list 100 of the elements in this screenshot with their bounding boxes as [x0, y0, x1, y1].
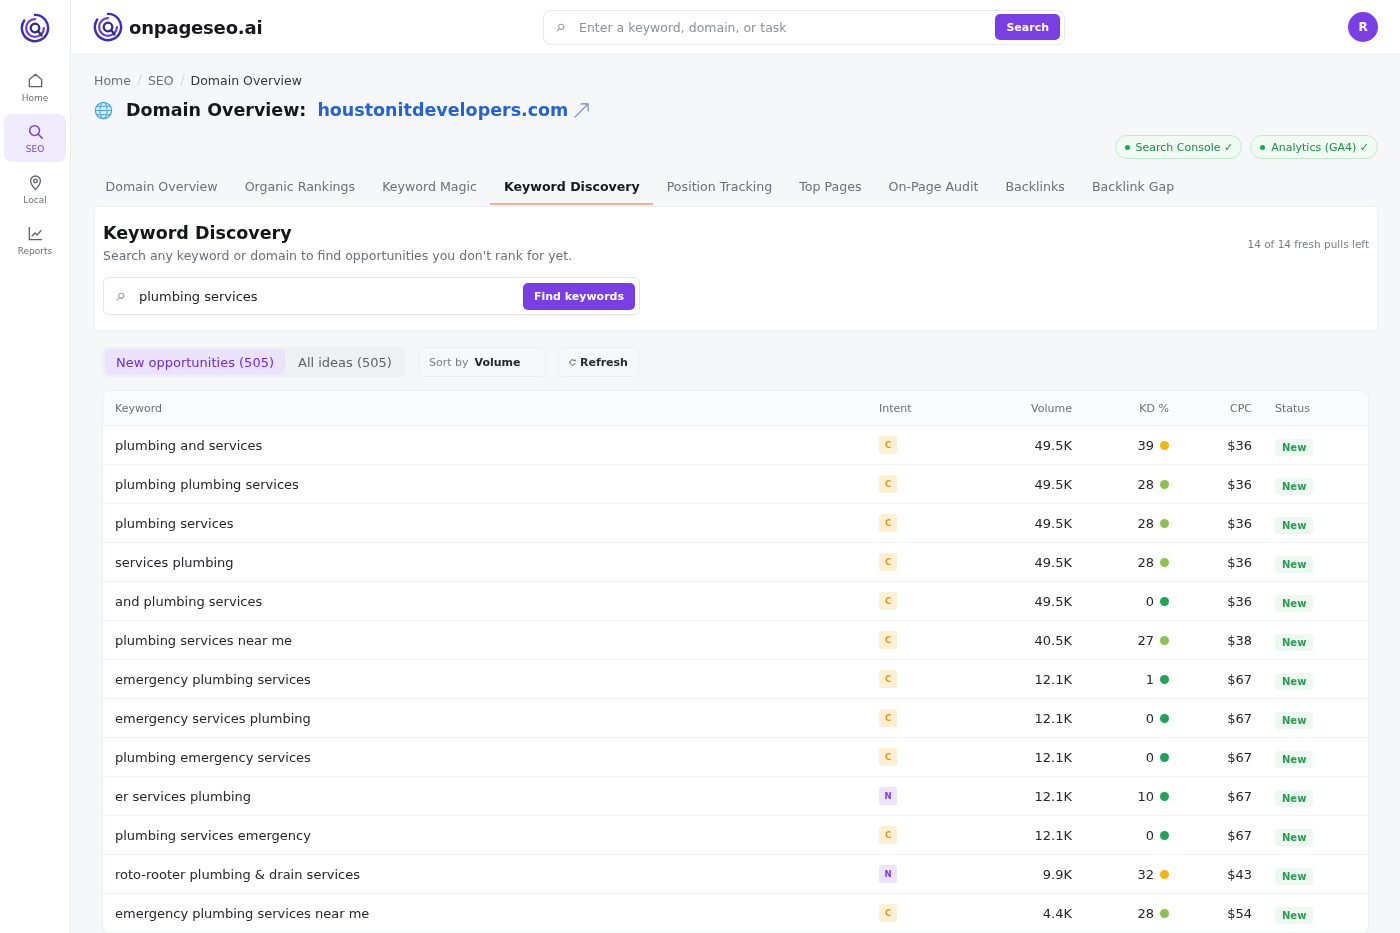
status-tag: New [1275, 711, 1314, 729]
cpc-value: $67 [1227, 671, 1252, 687]
search-icon [26, 122, 44, 140]
cpc-value: $67 [1227, 788, 1252, 804]
status-tag: New [1275, 672, 1314, 690]
intent-tag: N [879, 865, 897, 883]
tab[interactable]: Keyword Magic [368, 170, 491, 205]
keyword-text: and plumbing services [115, 593, 264, 609]
logo-icon [93, 12, 123, 42]
kd-value: 39 [1137, 437, 1154, 453]
status-tag: New [1275, 438, 1314, 456]
nav-item[interactable]: Local [4, 165, 66, 213]
home-icon [26, 71, 44, 89]
kd-value: 10 [1137, 788, 1154, 804]
tab[interactable]: On-Page Audit [875, 170, 992, 205]
keyword-text: plumbing and services [115, 437, 264, 453]
domain-link[interactable]: houstonitdevelopers.com [317, 100, 569, 120]
cpc-value: $36 [1227, 476, 1252, 492]
tab[interactable]: Domain Overview [94, 170, 232, 205]
keyword-text: emergency services plumbing [115, 710, 312, 726]
search-icon [116, 291, 125, 301]
status-dot-icon [1260, 144, 1266, 150]
keyword-text: plumbing services [115, 515, 235, 531]
cpc-value: $54 [1227, 905, 1252, 921]
kd-value: 32 [1137, 866, 1154, 882]
keyword-field[interactable]: plumbing services Find keywords [103, 277, 640, 315]
nav-item[interactable]: SEO [4, 114, 66, 162]
tab[interactable]: Top Pages [785, 170, 875, 205]
breadcrumb-link[interactable]: Home [94, 72, 131, 88]
globe-icon [94, 100, 113, 120]
keyword-text: plumbing emergency services [115, 749, 312, 765]
kd-value: 0 [1145, 749, 1154, 765]
intent-tag: C [879, 748, 897, 766]
volume-value: 4.4K [1042, 905, 1072, 921]
cpc-value: $67 [1227, 710, 1252, 726]
column-header: Keyword [115, 401, 163, 415]
kd-value: 1 [1145, 671, 1154, 687]
breadcrumb-link[interactable]: SEO [147, 72, 174, 88]
intent-tag: C [879, 631, 897, 649]
cpc-value: $67 [1227, 827, 1252, 843]
column-header: Volume [1031, 401, 1072, 415]
search-field[interactable]: Enter a keyword, domain, or task Search [543, 9, 1065, 45]
arrow-icon[interactable] [573, 101, 591, 119]
volume-value: 12.1K [1034, 671, 1072, 687]
intent-tag: C [879, 709, 897, 727]
cpc-value: $36 [1227, 593, 1252, 609]
cpc-value: $36 [1227, 515, 1252, 531]
volume-value: 49.5K [1034, 437, 1072, 453]
find-keywords-button[interactable]: Find keywords [522, 282, 635, 310]
kd-value: 27 [1137, 632, 1154, 648]
view-tab[interactable]: All ideas (505) [287, 349, 403, 375]
volume-value: 49.5K [1034, 515, 1072, 531]
cpc-value: $36 [1227, 554, 1252, 570]
keyword-text: emergency plumbing services near me [115, 905, 371, 921]
intent-tag: C [879, 514, 897, 532]
tab[interactable]: Backlinks [991, 170, 1079, 205]
keyword-text: plumbing services emergency [115, 827, 312, 843]
intent-tag: C [879, 826, 897, 844]
tab[interactable]: Backlink Gap [1078, 170, 1188, 205]
nav-item[interactable]: Home [4, 63, 66, 111]
status-tag: New [1275, 789, 1314, 807]
cpc-value: $67 [1227, 749, 1252, 765]
search-button[interactable]: Search [995, 14, 1060, 40]
nav-item[interactable]: Reports [4, 216, 66, 264]
keyword-text: services plumbing [115, 554, 235, 570]
volume-value: 9.9K [1042, 866, 1072, 882]
intent-tag: C [879, 670, 897, 688]
volume-value: 12.1K [1034, 788, 1072, 804]
cpc-value: $36 [1227, 437, 1252, 453]
tab[interactable]: Organic Rankings [231, 170, 369, 205]
kd-value: 28 [1137, 515, 1154, 531]
avatar[interactable]: R [1348, 12, 1378, 42]
view-tab[interactable]: New opportunities (505) [105, 349, 285, 375]
kd-value: 0 [1145, 710, 1154, 726]
status-dot-icon [1124, 144, 1130, 150]
volume-value: 40.5K [1034, 632, 1072, 648]
intent-tag: N [879, 787, 897, 805]
volume-value: 12.1K [1034, 749, 1072, 765]
column-header: Intent [879, 401, 913, 415]
status-tag: New [1275, 633, 1314, 651]
keyword-text: emergency plumbing services [115, 671, 312, 687]
kd-value: 28 [1137, 905, 1154, 921]
tab[interactable]: Position Tracking [653, 170, 786, 205]
volume-value: 49.5K [1034, 554, 1072, 570]
page-title: Domain Overview: [126, 100, 307, 120]
cpc-value: $38 [1227, 632, 1252, 648]
intent-tag: C [879, 553, 897, 571]
kd-value: 0 [1145, 827, 1154, 843]
keyword-text: plumbing plumbing services [115, 476, 300, 492]
integration-label: Analytics (GA4) ✓ [1271, 140, 1369, 154]
status-tag: New [1275, 750, 1314, 768]
refresh-button[interactable]: Refresh [557, 347, 639, 377]
status-tag: New [1275, 555, 1314, 573]
column-header: CPC [1230, 401, 1252, 415]
volume-value: 49.5K [1034, 476, 1072, 492]
volume-value: 12.1K [1034, 827, 1072, 843]
keyword-text: roto-rooter plumbing & drain services [115, 866, 361, 882]
intent-tag: C [879, 904, 897, 922]
breadcrumb-current: Domain Overview [190, 72, 302, 88]
sort-select[interactable]: Sort by Volume [417, 347, 546, 377]
